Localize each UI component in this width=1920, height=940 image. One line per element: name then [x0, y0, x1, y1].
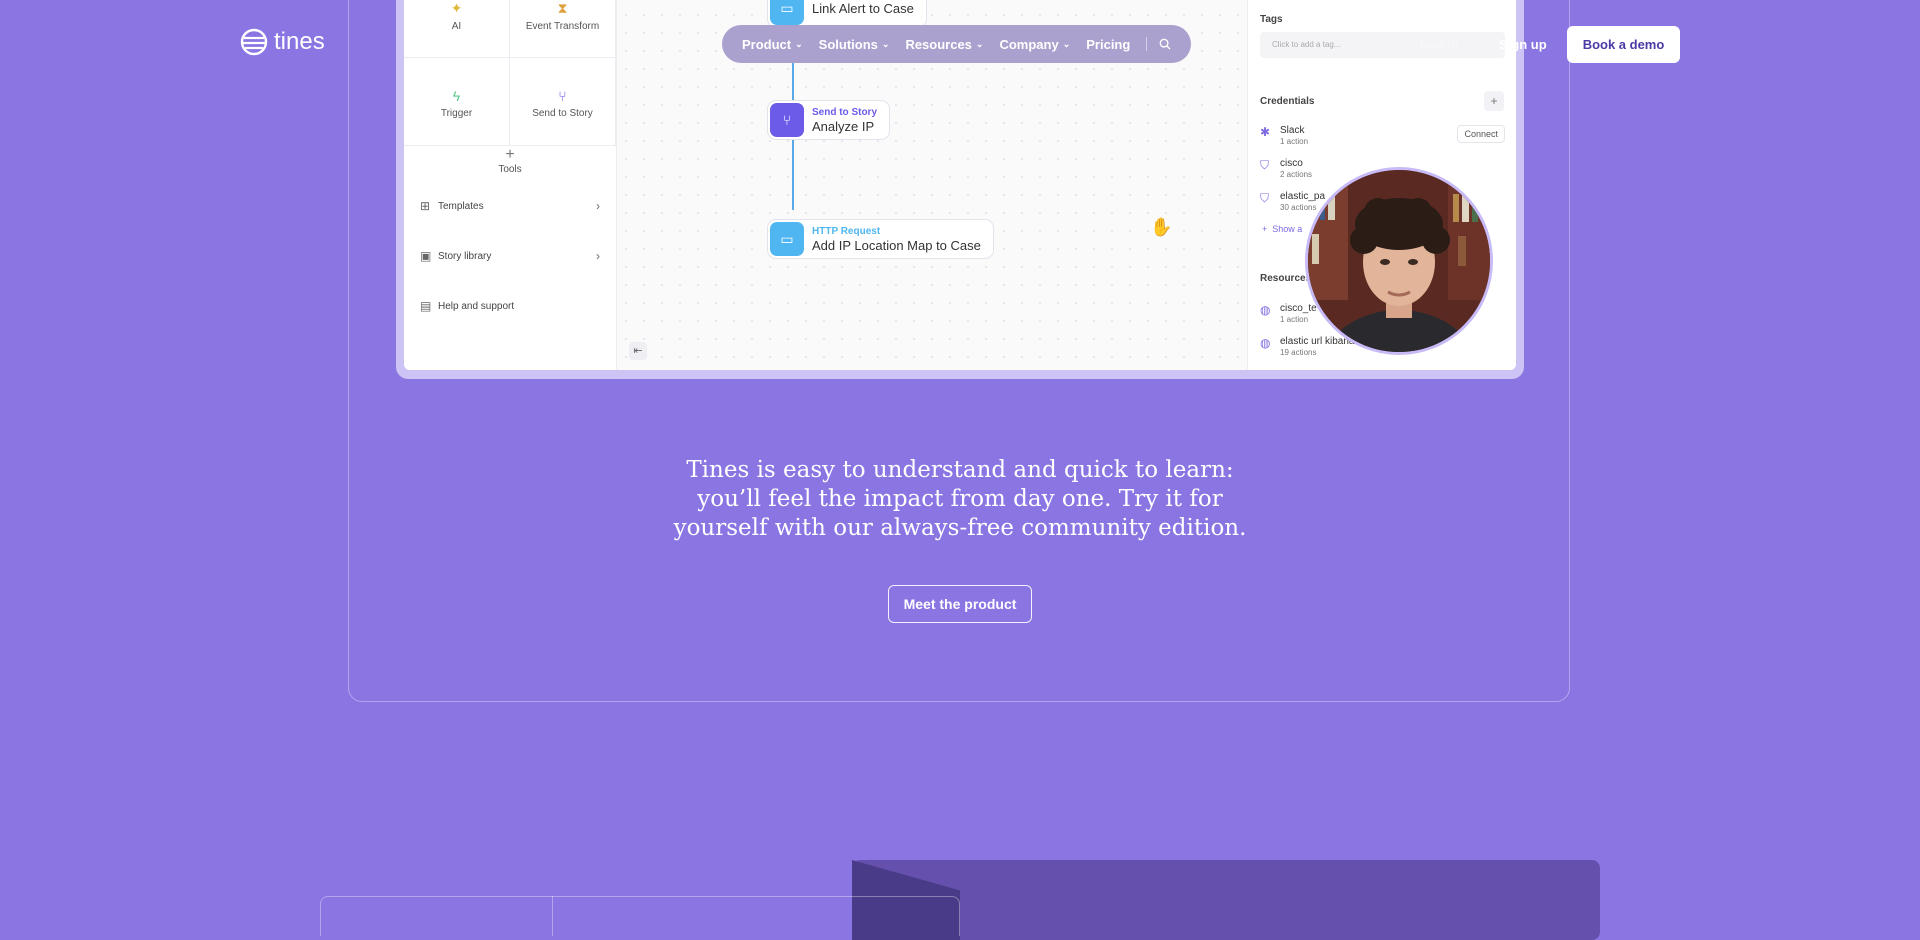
next-section-divider [552, 896, 553, 936]
collapse-panel-icon[interactable]: ⇤ [629, 342, 647, 360]
login-link[interactable]: Log in [1420, 37, 1459, 52]
hand-cursor-icon: ✋ [1150, 217, 1173, 237]
nav-label: Pricing [1086, 36, 1131, 52]
help-icon: ▤ [420, 299, 432, 313]
presenter-video[interactable] [1305, 167, 1493, 355]
nav-pricing[interactable]: Pricing [1086, 37, 1130, 52]
tags-heading: Tags [1260, 14, 1283, 25]
book-icon: ▣ [420, 249, 432, 263]
node-title: Add IP Location Map to Case [812, 237, 981, 253]
shield-icon: ⛉ [1260, 191, 1270, 205]
tool-label: AI [451, 21, 462, 32]
nav-product[interactable]: Product ⌄ [742, 37, 803, 52]
main-nav: Product ⌄ Solutions ⌄ Resources ⌄ Company ⌄ … [722, 25, 1191, 63]
globe-icon: ◍ [1260, 303, 1271, 317]
node-analyze-ip[interactable]: ⑂ Send to Story Analyze IP [767, 100, 891, 140]
tagline: Tines is easy to understand and quick to… [673, 457, 1247, 541]
resources-heading: Resources [1260, 273, 1312, 284]
resource-name: elastic url kibana [1280, 336, 1355, 347]
sidebar-item-story-library[interactable]: ▣ Story library › [420, 246, 600, 266]
tines-logo-icon [240, 28, 268, 56]
globe-icon: ◍ [1260, 336, 1271, 350]
nav-resources[interactable]: Resources ⌄ [905, 37, 983, 52]
connect-button[interactable]: Connect [1457, 125, 1505, 143]
brand-name: tines [274, 28, 325, 55]
presenter-portrait [1308, 170, 1490, 352]
chevron-down-icon: ⌄ [975, 38, 984, 49]
node-title: Link Alert to Case [812, 0, 914, 16]
credential-name: cisco [1280, 158, 1303, 169]
sidebar-item-label: Templates [438, 200, 484, 212]
nav-label: Solutions [818, 36, 878, 52]
bolt-icon: ϟ [452, 88, 461, 104]
chevron-down-icon: ⌄ [881, 38, 890, 49]
tool-label: Event Transform [525, 21, 600, 32]
tool-trigger[interactable]: ϟ Trigger [404, 58, 510, 146]
brand-logo[interactable]: tines [240, 28, 325, 56]
chevron-down-icon: ⌄ [795, 38, 803, 49]
sidebar-item-help[interactable]: ▤ Help and support [420, 296, 600, 316]
sidebar-item-label: Help and support [438, 300, 515, 312]
nav-divider [1146, 37, 1148, 51]
nav-company[interactable]: Company ⌄ [999, 37, 1070, 52]
tools-label: Tools [498, 164, 522, 175]
hourglass-icon: ⧗ [557, 0, 568, 16]
nav-label: Resources [905, 36, 972, 52]
grid-icon: ⊞ [420, 199, 431, 213]
sidebar-item-label: Story library [438, 250, 492, 262]
resource-name: cisco_te [1280, 303, 1317, 314]
add-credential-button[interactable]: + [1484, 91, 1504, 111]
tags-input[interactable]: Click to add a tag... [1260, 32, 1505, 58]
tool-event-transform[interactable]: ⧗ Event Transform [510, 0, 616, 58]
node-kind: HTTP Request [812, 225, 881, 237]
nav-label: Company [999, 36, 1059, 52]
show-more-label: Show a [1272, 224, 1303, 234]
meet-product-button[interactable]: Meet the product [888, 585, 1032, 623]
node-add-ip-map[interactable]: ▭ HTTP Request Add IP Location Map to Ca… [767, 219, 994, 259]
node-kind: Send to Story [812, 106, 878, 118]
search-icon[interactable] [1159, 37, 1171, 51]
tool-ai[interactable]: ✦ AI [404, 0, 510, 58]
branch-icon: ⑂ [770, 103, 804, 137]
nav-solutions[interactable]: Solutions ⌄ [819, 37, 890, 52]
tool-label: Trigger [440, 108, 473, 119]
slack-icon: ✱ [1260, 125, 1271, 139]
chevron-right-icon: › [596, 199, 600, 213]
credential-row[interactable]: ✱ Slack 1 action Connect [1260, 125, 1505, 155]
signup-link[interactable]: Sign up [1499, 37, 1547, 52]
credentials-heading: Credentials [1260, 96, 1315, 107]
book-demo-button[interactable]: Book a demo [1567, 26, 1680, 63]
credential-name: Slack [1280, 125, 1305, 136]
next-section-card [320, 896, 960, 936]
resource-count: 19 actions [1280, 348, 1317, 357]
next-section-panel [852, 860, 1600, 940]
plus-icon: + [505, 146, 515, 163]
node-title: Analyze IP [812, 118, 875, 134]
chevron-down-icon: ⌄ [1062, 38, 1071, 49]
tool-more[interactable]: + Tools [404, 146, 616, 182]
monitor-icon: ▭ [770, 222, 804, 256]
resource-count: 1 action [1280, 315, 1309, 324]
tool-send-to-story[interactable]: ⑂ Send to Story [510, 58, 616, 146]
sidebar-item-templates[interactable]: ⊞ Templates › [420, 196, 600, 216]
tool-label: Send to Story [532, 108, 593, 119]
monitor-icon: ▭ [770, 0, 804, 25]
credential-name: elastic_pa [1280, 191, 1326, 202]
credential-count: 1 action [1280, 137, 1309, 146]
chevron-right-icon: › [596, 249, 600, 263]
branch-icon: ⑂ [558, 88, 567, 104]
nav-label: Product [742, 36, 792, 52]
show-more-link[interactable]: + Show a [1262, 224, 1302, 234]
credential-count: 2 actions [1280, 170, 1313, 179]
sparkle-icon: ✦ [450, 0, 463, 16]
node-link-alert[interactable]: ▭ Link Alert to Case [767, 0, 927, 28]
shield-icon: ⛉ [1260, 158, 1270, 172]
tools-panel: ✦ AI ⧗ Event Transform ϟ Trigger ⑂ Send … [404, 0, 617, 370]
